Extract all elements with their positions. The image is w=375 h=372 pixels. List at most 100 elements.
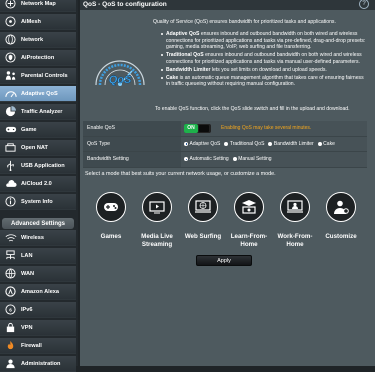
list-item: Cake is an automatic queue management al… xyxy=(161,75,366,88)
mode-label: Media Live Streaming xyxy=(141,233,173,248)
enable-instruction: To enable QoS function, click the QoS sl… xyxy=(155,106,350,112)
sidebar-item-aimesh[interactable]: AiMesh xyxy=(0,14,76,30)
sidebar-item-wireless[interactable]: Wireless xyxy=(0,230,76,246)
toggle-on-label: ON xyxy=(184,123,198,133)
mode-label: Learn-From-Home xyxy=(230,233,268,248)
toggle-knob xyxy=(199,124,209,132)
sidebar-item-ipv6[interactable]: 6 IPv6 xyxy=(0,302,76,318)
media-streaming-icon xyxy=(142,192,172,222)
customize-icon xyxy=(326,192,356,222)
advanced-settings-heading: Advanced Settings xyxy=(2,218,74,229)
list-item: Adaptive QoS ensures inbound and outboun… xyxy=(161,31,366,50)
sidebar-item-usb-application[interactable]: USB Application xyxy=(0,158,76,174)
aiprotection-icon xyxy=(4,51,17,64)
sidebar-item-label: IPv6 xyxy=(21,306,33,313)
intro-text: Quality of Service (QoS) ensures bandwid… xyxy=(153,19,336,25)
sidebar-item-aiprotection[interactable]: AiProtection xyxy=(0,50,76,66)
sidebar-item-label: Wireless xyxy=(21,234,44,241)
firewall-icon xyxy=(4,339,17,352)
sidebar-item-lan[interactable]: LAN xyxy=(0,248,76,264)
bandwidth-setting-row: Bandwidth Setting Automatic Setting Manu… xyxy=(83,152,367,168)
apply-button[interactable]: Apply xyxy=(196,255,252,266)
mode-web-surfing[interactable]: Web Surfing xyxy=(181,192,225,241)
sidebar-item-traffic-analyzer[interactable]: Traffic Analyzer xyxy=(0,104,76,120)
radio-adaptive-qos[interactable]: Adaptive QoS xyxy=(184,141,220,147)
sidebar-item-network-map[interactable]: Network Map xyxy=(0,0,76,12)
qos-logo-text: QoS xyxy=(109,74,132,86)
sidebar-item-label: USB Application xyxy=(21,162,65,169)
enable-warning: Enabling QoS may take several minutes. xyxy=(221,125,312,132)
mode-instruction: Select a mode that best suits your curre… xyxy=(85,171,276,177)
network-map-icon xyxy=(4,0,17,10)
main-panel: QoS - QoS to configuration ? QoS Quality… xyxy=(80,0,375,366)
sidebar-item-adaptive-qos[interactable]: Adaptive QoS xyxy=(0,86,76,102)
sidebar-item-system-info[interactable]: System Info xyxy=(0,194,76,210)
parental-controls-icon xyxy=(4,69,17,82)
sidebar-item-label: Network Map xyxy=(21,0,56,7)
mode-learn-from-home[interactable]: Learn-From-Home xyxy=(227,192,271,248)
title-bar: QoS - QoS to configuration xyxy=(80,0,375,10)
mode-label: Games xyxy=(100,233,122,240)
radio-cake[interactable]: Cake xyxy=(317,141,335,147)
sidebar-item-network[interactable]: Network xyxy=(0,32,76,48)
radio-traditional-qos[interactable]: Traditional QoS xyxy=(224,141,264,147)
radio-icon xyxy=(232,157,237,162)
sidebar-item-label: Network xyxy=(21,36,44,43)
radio-automatic-setting[interactable]: Automatic Setting xyxy=(184,156,229,162)
gamepad-icon xyxy=(96,192,126,222)
alexa-icon xyxy=(4,285,17,298)
radio-selected-icon xyxy=(184,157,188,162)
qos-description-list: Adaptive QoS ensures inbound and outboun… xyxy=(161,31,366,89)
sidebar-item-amazon-alexa[interactable]: Amazon Alexa xyxy=(0,284,76,300)
list-item: Bandwidth Limiter lets you set limits on… xyxy=(161,67,366,74)
bandwidth-setting-label: Bandwidth Setting xyxy=(83,152,181,167)
learn-from-home-icon xyxy=(234,192,264,222)
adaptive-qos-icon xyxy=(4,87,17,100)
sidebar-item-label: Open NAT xyxy=(21,144,48,151)
radio-icon xyxy=(268,141,273,146)
web-surfing-icon xyxy=(188,192,218,222)
lan-icon xyxy=(4,249,17,262)
enable-qos-toggle[interactable]: ON xyxy=(184,123,211,133)
usb-icon xyxy=(4,159,17,172)
mode-customize[interactable]: Customize xyxy=(319,192,363,241)
sidebar-item-aicloud[interactable]: AiCloud 2.0 xyxy=(0,176,76,192)
sidebar-item-label: AiProtection xyxy=(21,54,55,61)
cloud-icon xyxy=(4,177,17,190)
sidebar-item-game[interactable]: Game xyxy=(0,122,76,138)
radio-icon xyxy=(224,141,229,146)
sidebar-item-firewall[interactable]: Firewall xyxy=(0,338,76,354)
list-item: Traditional QoS ensures inbound and outb… xyxy=(161,52,366,65)
mode-label: Customize xyxy=(325,233,357,240)
radio-manual-setting[interactable]: Manual Setting xyxy=(232,156,272,162)
open-nat-icon xyxy=(4,141,17,154)
sidebar-item-label: Firewall xyxy=(21,342,42,349)
vpn-icon xyxy=(4,321,17,334)
sidebar-item-vpn[interactable]: VPN xyxy=(0,320,76,336)
enable-qos-row: Enable QoS ON Enabling QoS may take seve… xyxy=(83,121,367,137)
wan-icon xyxy=(4,267,17,280)
work-from-home-icon xyxy=(280,192,310,222)
ipv6-icon: 6 xyxy=(4,303,17,316)
sidebar-item-open-nat[interactable]: Open NAT xyxy=(0,140,76,156)
admin-icon xyxy=(4,357,17,370)
qos-type-label: QoS Type xyxy=(83,136,181,151)
qos-type-row: QoS Type Adaptive QoS Traditional QoS Ba… xyxy=(83,136,367,152)
sidebar-item-wan[interactable]: WAN xyxy=(0,266,76,282)
sidebar-item-parental-controls[interactable]: Parental Controls xyxy=(0,68,76,84)
mode-work-from-home[interactable]: Work-From-Home xyxy=(273,192,317,248)
network-icon xyxy=(4,33,17,46)
sidebar-item-label: Traffic Analyzer xyxy=(21,108,63,115)
mode-media-streaming[interactable]: Media Live Streaming xyxy=(135,192,179,248)
mode-label: Web Surfing xyxy=(184,233,222,240)
qos-logo-icon: QoS xyxy=(95,60,145,86)
sidebar-item-label: Amazon Alexa xyxy=(21,288,60,295)
game-icon xyxy=(4,123,17,136)
sidebar-item-administration[interactable]: Administration xyxy=(0,356,76,372)
radio-icon xyxy=(317,141,322,146)
mode-label: Work-From-Home xyxy=(277,233,313,248)
info-icon xyxy=(4,195,17,208)
mode-games[interactable]: Games xyxy=(89,192,133,241)
radio-bandwidth-limiter[interactable]: Bandwidth Limiter xyxy=(268,141,314,147)
sidebar-item-label: LAN xyxy=(21,252,33,259)
